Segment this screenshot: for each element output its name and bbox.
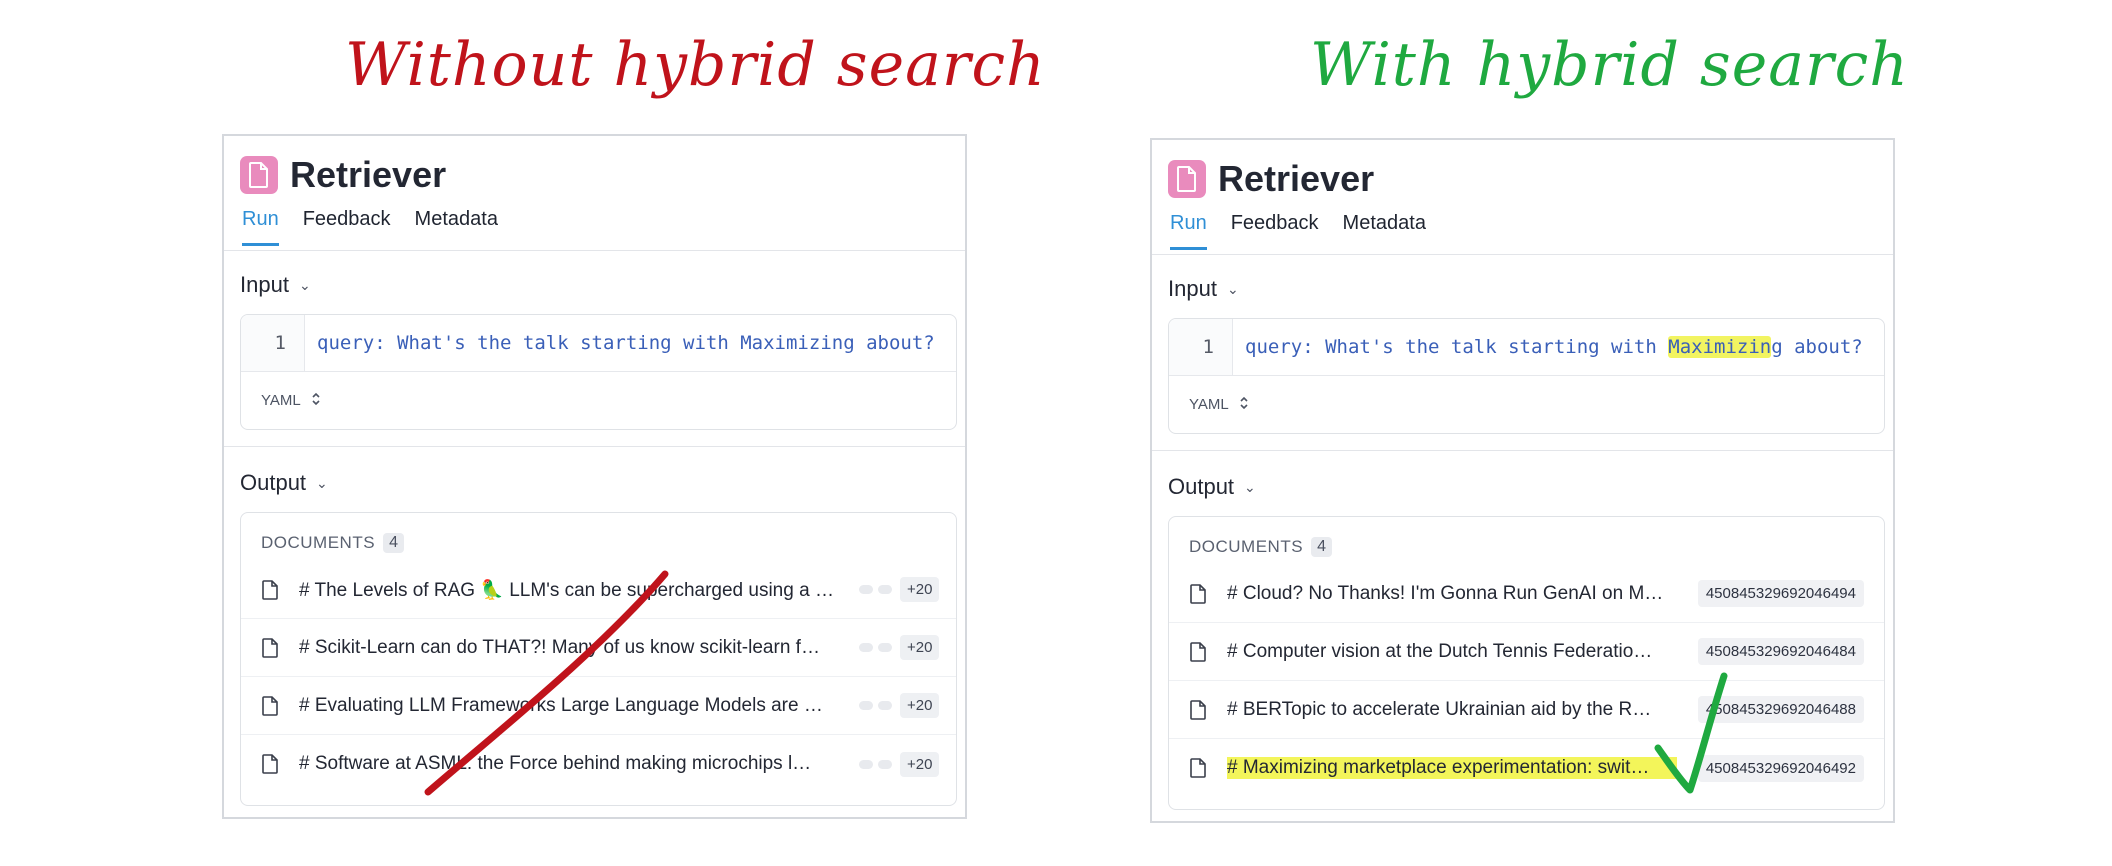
document-icon <box>1168 160 1206 198</box>
document-id-badge[interactable]: 450845329692046488 <box>1697 696 1864 723</box>
file-icon <box>262 754 278 774</box>
documents-header: DOCUMENTS 4 <box>1189 537 1333 557</box>
panel-title: Retriever <box>240 154 446 196</box>
input-toggle[interactable]: Input ⌄ <box>1168 276 1239 302</box>
placeholder-pills <box>859 585 892 594</box>
code-line: 1 query: What's the talk starting with M… <box>1169 319 1884 375</box>
input-code-box: 1 query: What's the talk starting with M… <box>240 314 957 430</box>
documents-count-badge: 4 <box>383 533 405 553</box>
documents-header: DOCUMENTS 4 <box>261 533 405 553</box>
input-code-box: 1 query: What's the talk starting with M… <box>1168 318 1885 434</box>
chevron-down-icon: ⌄ <box>298 276 311 293</box>
retriever-title: Retriever <box>290 154 447 195</box>
document-row[interactable]: # Scikit-Learn can do THAT?! Many of us … <box>241 619 956 677</box>
input-toggle[interactable]: Input ⌄ <box>240 272 311 298</box>
tab-bar: Run Feedback Metadata <box>1170 212 1426 250</box>
tab-feedback[interactable]: Feedback <box>1231 212 1319 250</box>
document-row[interactable]: # Evaluating LLM Frameworks Large Langua… <box>241 677 956 735</box>
tab-metadata[interactable]: Metadata <box>415 208 498 246</box>
file-icon <box>262 695 278 716</box>
line-number: 1 <box>241 315 305 371</box>
document-text: # BERTopic to accelerate Ukrainian aid b… <box>1227 698 1652 720</box>
input-label: Input <box>240 272 289 297</box>
document-row[interactable]: # BERTopic to accelerate Ukrainian aid b… <box>1169 681 1884 739</box>
document-text: # Cloud? No Thanks! I'm Gonna Run GenAI … <box>1227 582 1664 604</box>
section-divider <box>224 446 965 447</box>
query-text: query: What's the talk starting with Max… <box>317 332 935 354</box>
placeholder-pills <box>859 643 892 652</box>
output-documents-box: DOCUMENTS 4 # Cloud? No Thanks! I'm Gonn… <box>1168 516 1885 810</box>
more-badge[interactable]: +20 <box>900 751 940 777</box>
format-selector[interactable]: YAML <box>1169 375 1884 433</box>
document-row[interactable]: # Software at ASML: the Force behind mak… <box>241 735 956 793</box>
yaml-label: YAML <box>261 392 301 409</box>
document-row[interactable]: # Maximizing marketplace experimentation… <box>1169 739 1884 797</box>
document-icon <box>240 156 278 194</box>
placeholder-pills <box>859 701 892 710</box>
document-id-badge[interactable]: 450845329692046494 <box>1697 580 1864 607</box>
output-toggle[interactable]: Output ⌄ <box>240 470 328 496</box>
format-selector[interactable]: YAML <box>241 371 956 429</box>
tab-run[interactable]: Run <box>242 208 279 246</box>
output-label: Output <box>1168 474 1235 499</box>
file-icon <box>1190 758 1206 778</box>
tab-bar: Run Feedback Metadata <box>242 208 498 246</box>
document-id-badge[interactable]: 450845329692046484 <box>1697 638 1864 665</box>
document-row[interactable]: # Cloud? No Thanks! I'm Gonna Run GenAI … <box>1169 565 1884 623</box>
tab-feedback[interactable]: Feedback <box>303 208 391 246</box>
retriever-panel-with-hybrid: Retriever Run Feedback Metadata Input ⌄ … <box>1150 138 1895 823</box>
document-text: # Scikit-Learn can do THAT?! Many of us … <box>299 636 820 658</box>
documents-label: DOCUMENTS <box>261 533 376 552</box>
query-prefix: query: What's the talk starting with <box>1245 336 1669 358</box>
more-badge[interactable]: +20 <box>900 693 940 718</box>
document-text: # The Levels of RAG 🦜 LLM's can be super… <box>299 579 834 601</box>
document-text-highlighted: # Maximizing marketplace experimentation… <box>1227 757 1677 779</box>
document-text: # Evaluating LLM Frameworks Large Langua… <box>299 694 823 716</box>
chevron-down-icon: ⌄ <box>1226 280 1239 297</box>
file-icon <box>1190 583 1206 604</box>
document-row[interactable]: # Computer vision at the Dutch Tennis Fe… <box>1169 623 1884 681</box>
yaml-label: YAML <box>1189 396 1229 413</box>
tab-divider <box>1152 254 1893 255</box>
output-toggle[interactable]: Output ⌄ <box>1168 474 1256 500</box>
section-divider <box>1152 450 1893 451</box>
code-line: 1 query: What's the talk starting with M… <box>241 315 956 371</box>
chevron-up-down-icon <box>311 391 321 411</box>
more-badge[interactable]: +20 <box>900 635 940 660</box>
chevron-down-icon: ⌄ <box>1244 478 1256 495</box>
document-id-badge[interactable]: 450845329692046492 <box>1697 754 1864 782</box>
tab-metadata[interactable]: Metadata <box>1343 212 1426 250</box>
documents-count-badge: 4 <box>1311 537 1333 557</box>
file-icon <box>1190 699 1206 720</box>
file-icon <box>262 579 278 600</box>
heading-with-hybrid: With hybrid search <box>1310 30 1909 100</box>
chevron-down-icon: ⌄ <box>316 474 328 491</box>
retriever-title: Retriever <box>1218 158 1375 199</box>
output-documents-box: DOCUMENTS 4 # The Levels of RAG 🦜 LLM's … <box>240 512 957 806</box>
placeholder-pills <box>859 759 892 769</box>
retriever-panel-without-hybrid: Retriever Run Feedback Metadata Input ⌄ … <box>222 134 967 819</box>
file-icon <box>1190 641 1206 662</box>
document-text: # Computer vision at the Dutch Tennis Fe… <box>1227 640 1653 662</box>
line-number: 1 <box>1169 319 1233 375</box>
file-icon <box>262 637 278 658</box>
panel-title: Retriever <box>1168 158 1374 200</box>
output-label: Output <box>240 470 307 495</box>
documents-label: DOCUMENTS <box>1189 537 1304 556</box>
tab-run[interactable]: Run <box>1170 212 1207 250</box>
more-badge[interactable]: +20 <box>900 577 940 602</box>
chevron-up-down-icon <box>1239 395 1249 415</box>
tab-divider <box>224 250 965 251</box>
query-suffix: g about? <box>1771 336 1863 358</box>
heading-without-hybrid: Without hybrid search <box>345 30 1046 100</box>
input-label: Input <box>1168 276 1217 301</box>
query-text: query: What's the talk starting with Max… <box>1233 336 1863 358</box>
query-highlight: Maximizin <box>1668 336 1772 358</box>
document-row[interactable]: # The Levels of RAG 🦜 LLM's can be super… <box>241 561 956 619</box>
document-text: # Software at ASML: the Force behind mak… <box>299 753 812 774</box>
